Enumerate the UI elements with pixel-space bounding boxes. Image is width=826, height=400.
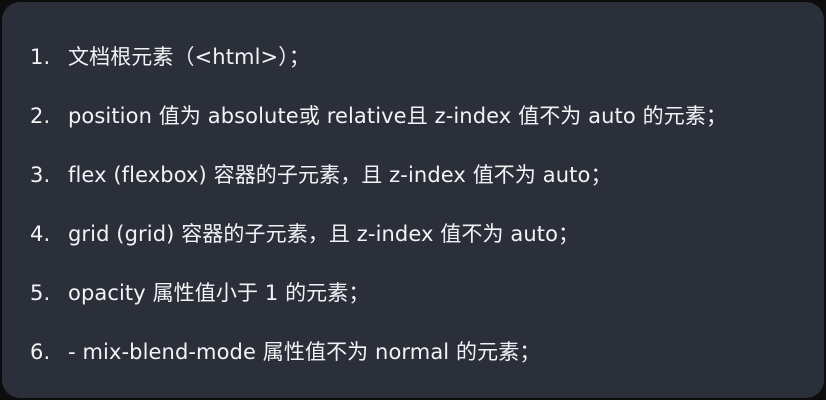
content-card: 1. 文档根元素（<html>）； 2. position 值为 absolut… bbox=[2, 2, 824, 398]
list-item-number: 5. bbox=[30, 281, 51, 305]
list-item: 1. 文档根元素（<html>）； bbox=[30, 42, 814, 101]
list-item-number: 3. bbox=[30, 163, 51, 187]
list-item: 3. flex (flexbox) 容器的子元素，且 z-index 值不为 a… bbox=[30, 160, 814, 219]
list-item-number: 6. bbox=[30, 340, 51, 364]
list-item-text: - mix-blend-mode 属性值不为 normal 的元素； bbox=[68, 340, 541, 364]
list-item-text: opacity 属性值小于 1 的元素； bbox=[68, 281, 370, 305]
list-item-number: 4. bbox=[30, 222, 51, 246]
list-item-text: flex (flexbox) 容器的子元素，且 z-index 值不为 auto… bbox=[68, 163, 612, 187]
list-item-text: position 值为 absolute或 relative且 z-index … bbox=[68, 104, 728, 128]
stacking-context-list: 1. 文档根元素（<html>）； 2. position 值为 absolut… bbox=[30, 42, 814, 396]
list-item-text: 文档根元素（<html>）； bbox=[68, 45, 310, 69]
list-item-text: grid (grid) 容器的子元素，且 z-index 值不为 auto； bbox=[68, 222, 580, 246]
list-item-number: 1. bbox=[30, 45, 51, 69]
list-item: 5. opacity 属性值小于 1 的元素； bbox=[30, 278, 814, 337]
list-item: 2. position 值为 absolute或 relative且 z-ind… bbox=[30, 101, 814, 160]
list-item-number: 2. bbox=[30, 104, 51, 128]
list-item: 4. grid (grid) 容器的子元素，且 z-index 值不为 auto… bbox=[30, 219, 814, 278]
list-item: 6. - mix-blend-mode 属性值不为 normal 的元素； bbox=[30, 337, 814, 396]
